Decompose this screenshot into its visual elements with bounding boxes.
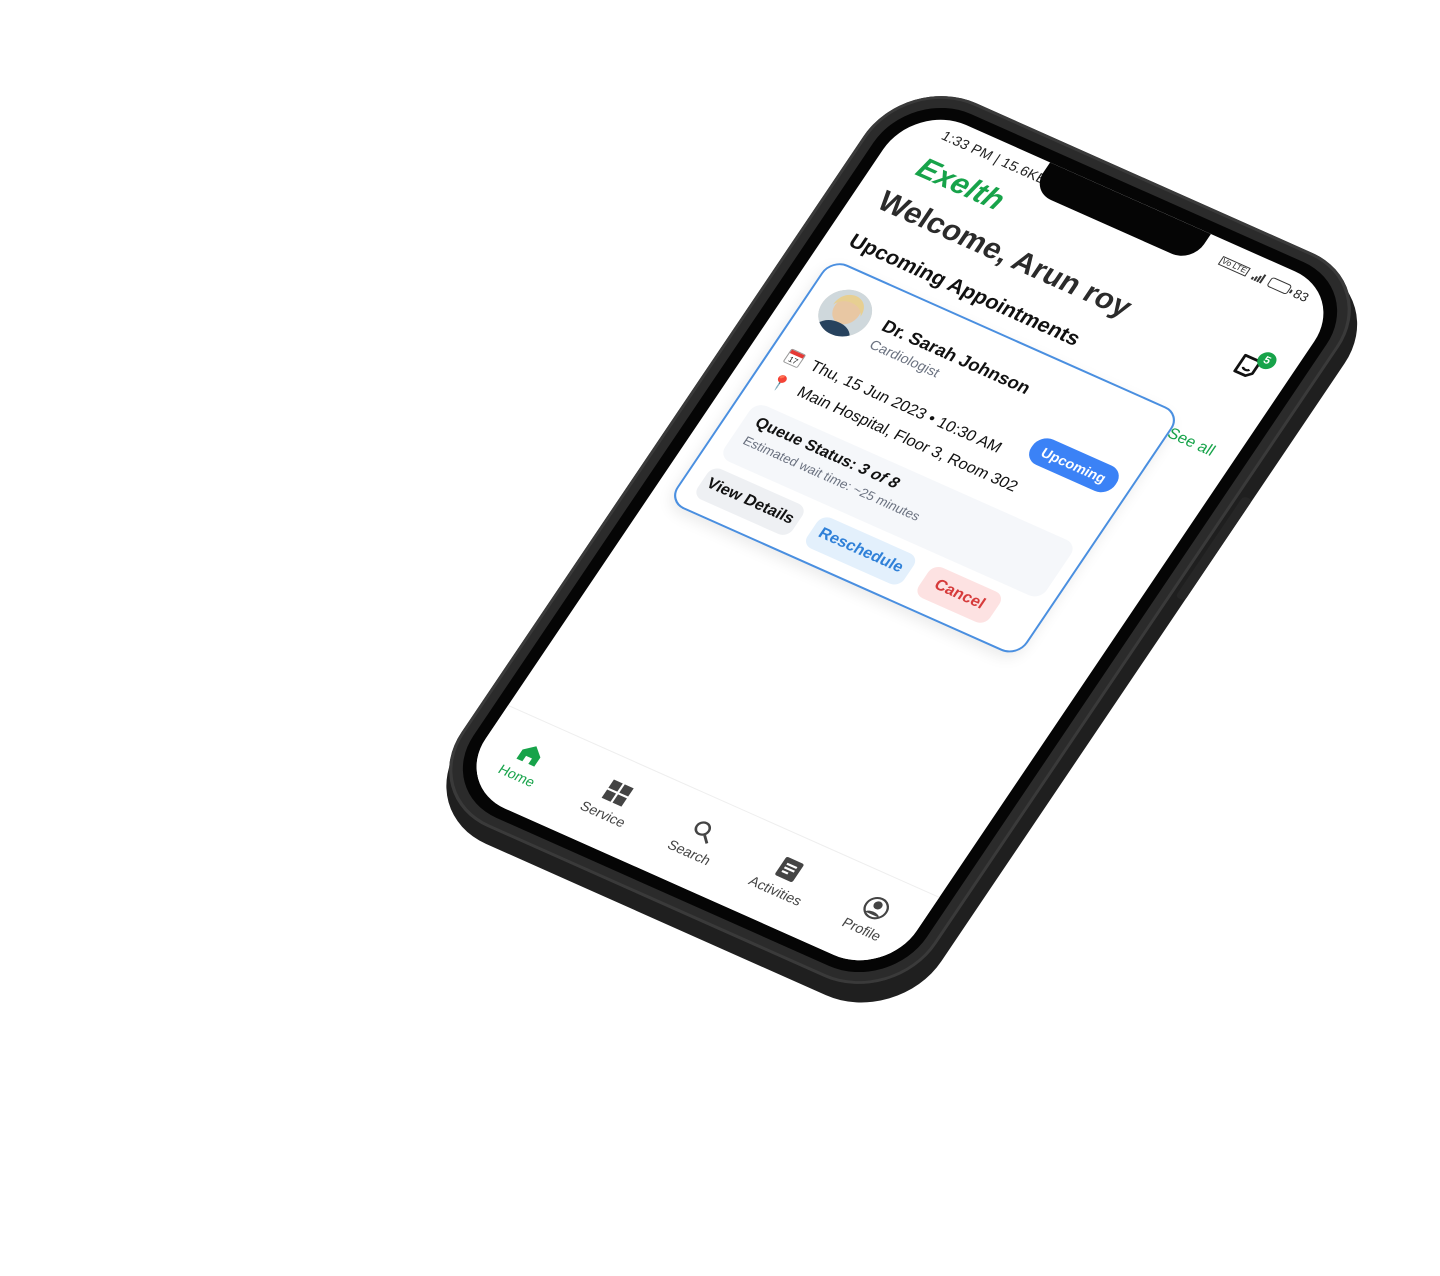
status-badge: Upcoming xyxy=(1022,433,1125,497)
tab-service[interactable]: Service xyxy=(562,766,661,837)
profile-icon xyxy=(863,896,889,920)
notification-button[interactable]: 5 xyxy=(1227,349,1281,384)
signal-icon xyxy=(1250,270,1267,283)
tab-search[interactable]: Search xyxy=(648,804,747,875)
tab-home[interactable]: Home xyxy=(476,727,575,798)
battery-icon xyxy=(1265,276,1293,295)
tab-activities[interactable]: Activities xyxy=(734,842,833,913)
see-all-link[interactable]: See all xyxy=(1163,425,1218,460)
home-icon xyxy=(516,746,541,767)
calendar-icon: 17 xyxy=(782,348,807,369)
battery-percent: 83 xyxy=(1290,286,1312,305)
phone-mockup: 1:33 PM | 15.6KB/s Vo LTE 83 Exelth Welc… xyxy=(414,72,1389,1027)
doctor-avatar xyxy=(808,281,883,345)
mockup-stage: 1:33 PM | 15.6KB/s Vo LTE 83 Exelth Welc… xyxy=(0,0,1440,1276)
volte-icon: Vo LTE xyxy=(1217,255,1251,277)
tab-profile[interactable]: Profile xyxy=(821,881,920,952)
location-pin-icon: 📍 xyxy=(765,372,794,396)
search-icon xyxy=(694,821,712,844)
activities-icon xyxy=(775,857,804,883)
grid-icon xyxy=(601,779,634,807)
